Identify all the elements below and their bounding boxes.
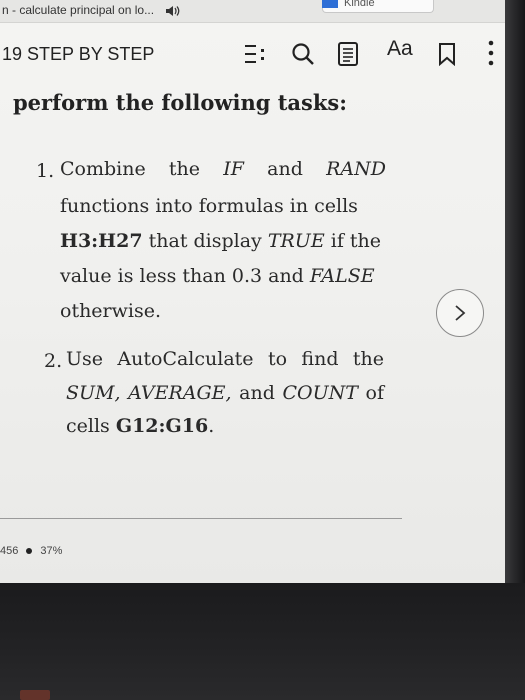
bookmark-icon[interactable] bbox=[438, 42, 456, 66]
section-heading: perform the following tasks: bbox=[13, 90, 347, 115]
task-word: to bbox=[267, 348, 288, 370]
bezel-reflection bbox=[20, 690, 50, 700]
reader-toolbar: 19 STEP BY STEP Aa bbox=[0, 22, 505, 84]
kindle-screen: n - calculate principal on lo... Kindle … bbox=[0, 0, 505, 583]
task-word: and bbox=[267, 158, 303, 180]
function-name: IF bbox=[223, 158, 244, 180]
reading-progress: 456 37% bbox=[0, 545, 62, 557]
location-number: 456 bbox=[0, 545, 19, 557]
task-line: Use AutoCalculate to find the bbox=[66, 348, 384, 370]
font-settings-icon[interactable]: Aa bbox=[387, 37, 413, 61]
task-word: the bbox=[352, 348, 384, 370]
task-text: value is less than 0.3 and bbox=[60, 265, 310, 287]
device-bezel-bottom bbox=[0, 583, 525, 700]
boolean-value: FALSE bbox=[309, 265, 375, 287]
task-line: value is less than 0.3 and FALSE bbox=[60, 265, 375, 287]
task-word: of bbox=[365, 382, 384, 404]
task-line: otherwise. bbox=[60, 300, 162, 322]
kindle-tab-label: Kindle bbox=[344, 0, 375, 9]
cell-range: G12:G16 bbox=[115, 415, 209, 437]
task-word: Combine bbox=[60, 158, 146, 180]
percent-read: 37% bbox=[40, 545, 63, 557]
notes-icon[interactable] bbox=[337, 41, 359, 67]
next-page-button[interactable] bbox=[436, 289, 484, 337]
task-line: H3:H27 that display TRUE if the bbox=[60, 230, 381, 252]
chevron-right-icon bbox=[455, 305, 466, 321]
task-text: . bbox=[208, 415, 215, 437]
kindle-tab[interactable] bbox=[322, 0, 434, 13]
cell-range: H3:H27 bbox=[60, 230, 143, 252]
task-word: find bbox=[301, 348, 339, 370]
function-name: SUM, bbox=[66, 382, 121, 404]
function-name: AVERAGE, bbox=[128, 382, 232, 404]
browser-tab-strip: n - calculate principal on lo... Kindle bbox=[0, 0, 505, 23]
task-word: AutoCalculate bbox=[117, 348, 254, 370]
task-word: and bbox=[239, 382, 275, 404]
more-options-icon[interactable] bbox=[486, 39, 496, 67]
search-icon[interactable] bbox=[290, 41, 316, 67]
table-of-contents-icon[interactable] bbox=[244, 43, 268, 65]
task-line: SUM, AVERAGE, and COUNT of bbox=[66, 382, 384, 404]
task-line: Combine the IF and RAND bbox=[60, 158, 386, 180]
speaker-icon[interactable] bbox=[165, 4, 181, 18]
progress-divider bbox=[0, 518, 402, 519]
task-text: cells bbox=[66, 415, 116, 437]
task-number: 2. bbox=[44, 350, 63, 372]
task-line: cells G12:G16. bbox=[66, 415, 214, 437]
function-name: COUNT bbox=[282, 382, 358, 404]
separator-dot bbox=[26, 547, 33, 554]
browser-tab-title[interactable]: n - calculate principal on lo... bbox=[2, 3, 154, 17]
kindle-tab-indicator bbox=[322, 0, 338, 8]
task-word: the bbox=[168, 158, 201, 180]
task-text: that display bbox=[142, 230, 268, 252]
function-name: RAND bbox=[326, 158, 386, 180]
task-line: functions into formulas in cells bbox=[60, 195, 358, 217]
boolean-value: TRUE bbox=[267, 230, 325, 252]
task-number: 1. bbox=[36, 160, 55, 182]
book-title: 19 STEP BY STEP bbox=[2, 44, 155, 64]
task-word: Use bbox=[66, 348, 104, 370]
task-text: if the bbox=[324, 230, 382, 252]
